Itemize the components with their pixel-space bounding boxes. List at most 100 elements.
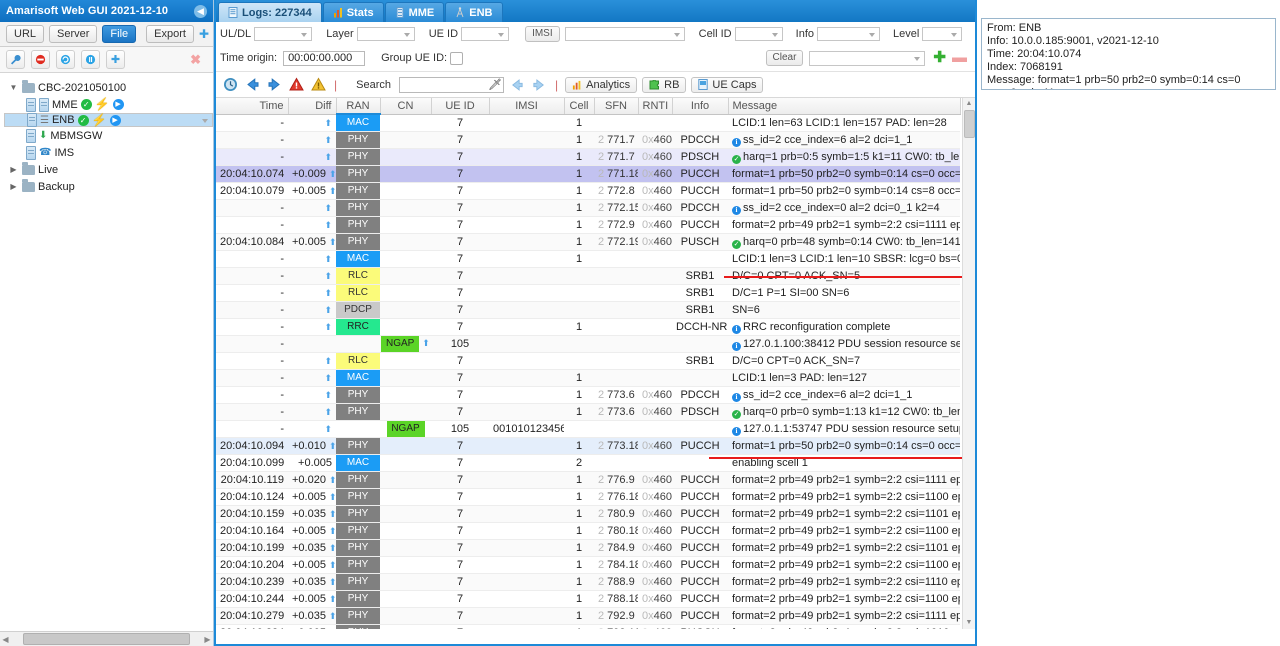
col-message[interactable]: Message <box>728 98 961 115</box>
stop-icon[interactable] <box>31 50 50 69</box>
col-ran[interactable]: RAN <box>336 98 381 115</box>
table-row[interactable]: - ⬆ PDCP 7 SRB1 SN=6 <box>216 301 960 319</box>
tab-enb[interactable]: ENB <box>445 2 503 22</box>
analytics-button[interactable]: Analytics <box>565 76 638 93</box>
left-panel-hscrollbar[interactable]: ◀ ▶ <box>0 631 213 646</box>
table-row[interactable]: 20:04:10.124+0.005 ⬆PHY 7 12 776.180x4607P… <box>216 488 960 506</box>
ue-caps-button[interactable]: UE Caps <box>691 76 764 93</box>
table-row[interactable]: 20:04:10.199+0.035 ⬆PHY 7 12 784.90x4607PU… <box>216 539 960 557</box>
rb-button[interactable]: RB <box>642 76 687 93</box>
scroll-left-arrow-icon[interactable]: ◀ <box>0 635 11 644</box>
prev-arrow-icon[interactable] <box>509 76 526 93</box>
table-row[interactable]: - ⬆ RLC 7 SRB1 D/C=1 P=1 SI=00 SN=6 <box>216 284 960 302</box>
tree-item-mme[interactable]: MME ✓ ⚡ ▶ <box>4 96 213 113</box>
plug-icon-2[interactable]: ✚ <box>106 50 125 69</box>
plug-icon[interactable]: ✚ <box>199 27 209 41</box>
col-rnti[interactable]: RNTI <box>638 98 673 115</box>
table-row[interactable]: 20:04:10.244+0.005 ⬆PHY 7 12 788.180x4607P… <box>216 590 960 608</box>
table-row[interactable]: 20:04:10.119+0.020 ⬆PHY 7 12 776.90x4607PU… <box>216 471 960 489</box>
table-row[interactable]: - ⬆ PHY 7 12 773.60x4607PDCCHiss_id=2 cce_i… <box>216 386 960 404</box>
tree-item-cbc[interactable]: ▼ CBC-2021050100 <box>4 79 213 96</box>
vscroll-thumb[interactable] <box>964 110 975 138</box>
col-cell[interactable]: Cell <box>564 98 595 115</box>
table-row[interactable]: 20:04:10.164+0.005 ⬆PHY 7 12 780.180x4607P… <box>216 522 960 540</box>
scroll-up-arrow-icon[interactable]: ▲ <box>963 98 975 110</box>
table-row[interactable]: - ⬆ NGAP 105001010123456789 i127.0.1.1:5374… <box>216 420 960 438</box>
info-icon[interactable] <box>81 50 100 69</box>
server-button[interactable]: Server <box>49 25 98 43</box>
table-row[interactable]: 20:04:10.279+0.035 ⬆PHY 7 12 792.90x4607PU… <box>216 607 960 625</box>
table-row[interactable]: 20:04:10.204+0.005 ⬆PHY 7 12 784.180x4607P… <box>216 556 960 574</box>
tab-mme[interactable]: MME <box>384 2 445 22</box>
table-row[interactable]: 20:04:10.284+0.005 ⬆PHY 7 12 792.180x4607P… <box>216 624 960 629</box>
table-row[interactable]: - ⬆ PHY 7 12 772.90x4607PUCCHformat=2 prb=4… <box>216 216 960 234</box>
group-ue-id-checkbox[interactable] <box>450 51 464 65</box>
col-cn[interactable]: CN <box>380 98 432 115</box>
tree-item-ims[interactable]: ☎ IMS <box>4 144 213 161</box>
tree-item-mbmsgw[interactable]: ⬇ MBMSGW <box>4 127 213 144</box>
file-button[interactable]: File <box>102 25 137 43</box>
clock-icon[interactable] <box>222 76 239 93</box>
preset-select[interactable] <box>809 50 926 66</box>
clear-button[interactable]: Clear <box>765 50 804 66</box>
tab-logs[interactable]: Logs: 227344 <box>218 2 322 22</box>
play-icon[interactable]: ▶ <box>112 99 124 110</box>
table-row[interactable]: - ⬆ RRC 7 1 DCCH-NR i RRC reconfiguration comp… <box>216 318 960 336</box>
back-arrow-icon[interactable] <box>244 76 261 93</box>
table-row[interactable]: 20:04:10.079+0.005 ⬆PHY 7 12 772.80x4607PU… <box>216 182 960 200</box>
log-table-wrapper[interactable]: Time Diff RAN CN UE ID IMSI Cell SFN RNT… <box>216 98 975 629</box>
table-row[interactable]: 20:04:10.084+0.005 ⬆PHY 7 12 772.190x4607P… <box>216 233 960 251</box>
scroll-down-arrow-icon[interactable]: ▼ <box>963 617 975 629</box>
layer-select[interactable] <box>356 26 415 41</box>
table-row[interactable]: 20:04:10.239+0.035 ⬆PHY 7 12 788.90x4607PU… <box>216 573 960 591</box>
table-row[interactable]: - ⬆ PHY 7 12 771.70x4607PDSCH✓harq=1 prb=0:… <box>216 148 960 166</box>
table-row[interactable]: 20:04:10.094+0.010 ⬆PHY 7 12 773.180x4607P… <box>216 437 960 455</box>
scroll-right-arrow-icon[interactable]: ▶ <box>202 635 213 644</box>
info-select[interactable] <box>817 26 880 41</box>
table-row[interactable]: - ⬆ RLC 7 SRB1 D/C=0 CPT=0 ACK_SN=7 <box>216 352 960 370</box>
error-icon[interactable] <box>288 76 305 93</box>
col-info[interactable]: Info <box>672 98 729 115</box>
plus-icon[interactable]: ✚ <box>933 50 946 65</box>
table-row[interactable]: - ⬆ MAC 7 1 LCID:1 len=63 LCID:1 len=157 PAD… <box>216 114 960 132</box>
col-imsi[interactable]: IMSI <box>489 98 565 115</box>
imsi-select[interactable] <box>564 26 685 41</box>
tab-stats[interactable]: Stats <box>322 2 384 22</box>
binoculars-icon[interactable]: 🗡 <box>488 78 502 91</box>
imsi-button[interactable]: IMSI <box>525 25 560 42</box>
play-icon[interactable]: ▶ <box>109 114 121 126</box>
table-row[interactable]: - ⬆ PHY 7 12 771.70x4607PDCCHiss_id=2 cce_i… <box>216 131 960 149</box>
ue-id-select[interactable] <box>461 26 510 41</box>
cell-id-select[interactable] <box>734 26 783 41</box>
table-vscrollbar[interactable]: ▲ ▼ <box>962 98 975 629</box>
chevron-right-icon-2[interactable]: ▶ <box>8 182 19 191</box>
url-button[interactable]: URL <box>6 25 45 43</box>
table-row[interactable]: - ⬆ MAC 7 1 LCID:1 len=3 PAD: len=127 <box>216 369 960 387</box>
wrench-icon[interactable] <box>6 50 25 69</box>
col-diff[interactable]: Diff <box>288 98 337 115</box>
chevron-down-icon[interactable]: ▼ <box>8 83 19 92</box>
ul-dl-select[interactable] <box>254 26 313 41</box>
chevron-right-icon[interactable]: ▶ <box>8 165 19 174</box>
refresh-icon[interactable] <box>56 50 75 69</box>
close-icon[interactable]: ✖ <box>190 52 207 68</box>
table-row[interactable]: - ⬆ PHY 7 12 772.150x4607PDCCHiss_id=2 cce_… <box>216 199 960 217</box>
table-row[interactable]: 20:04:10.074+0.009 ⬆PHY 7 12 771.180x4607P… <box>216 165 960 183</box>
table-row[interactable]: - ⬆ MAC 7 1 LCID:1 len=3 LCID:1 len=10 SBSR:… <box>216 250 960 268</box>
forward-arrow-icon[interactable] <box>266 76 283 93</box>
tree-item-live[interactable]: ▶ Live <box>4 161 213 178</box>
col-time[interactable]: Time <box>216 98 289 115</box>
tree-item-backup[interactable]: ▶ Backup <box>4 178 213 195</box>
warning-icon[interactable] <box>310 76 327 93</box>
minus-icon[interactable]: ▬ <box>952 50 967 65</box>
time-origin-input[interactable] <box>283 50 366 66</box>
next-arrow-icon[interactable] <box>531 76 548 93</box>
table-row[interactable]: - NGAP ⬆ 105 i 127.0.1.100:38412 PDU session… <box>216 335 960 353</box>
col-sfn[interactable]: SFN <box>594 98 639 115</box>
chevron-left-icon[interactable]: ◀ <box>194 4 207 18</box>
export-button[interactable]: Export <box>146 25 194 43</box>
col-ue-id[interactable]: UE ID <box>431 98 490 115</box>
table-row[interactable]: 20:04:10.159+0.035 ⬆PHY 7 12 780.90x4607PU… <box>216 505 960 523</box>
table-row[interactable]: - ⬆ PHY 7 12 773.60x4607PDSCH✓harq=0 prb=0 … <box>216 403 960 421</box>
level-select[interactable] <box>922 26 963 41</box>
